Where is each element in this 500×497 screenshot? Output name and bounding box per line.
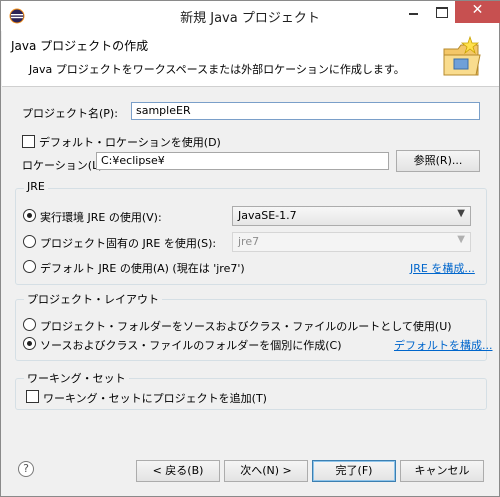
add-to-working-set-label: ワーキング・セットにプロジェクトを追加(T) [43, 392, 267, 405]
close-icon: ✕ [471, 2, 484, 18]
next-button[interactable]: 次へ(N) > [224, 460, 308, 482]
configure-default-link[interactable]: デフォルトを構成... [394, 337, 493, 353]
cancel-button[interactable]: キャンセル [400, 460, 484, 482]
location-input[interactable]: C:¥eclipse¥ [96, 152, 389, 170]
chevron-down-icon: ▼ [457, 208, 465, 219]
jre-project-specific-radio[interactable] [23, 235, 36, 248]
jre-default-label: デフォルト JRE の使用(A) (現在は 'jre7') [40, 262, 245, 275]
layout-root-radio[interactable] [23, 318, 36, 331]
title-bar: 新規 Java プロジェクト ✕ [1, 1, 500, 31]
wizard-title: Java プロジェクトの作成 [11, 39, 149, 53]
jre-default-radio[interactable] [23, 260, 36, 273]
jre-execution-env-label: 実行環境 JRE の使用(V): [40, 211, 162, 224]
close-button[interactable]: ✕ [455, 1, 500, 23]
back-button[interactable]: < 戻る(B) [136, 460, 220, 482]
dialog-window: 新規 Java プロジェクト ✕ Java プロジェクトの作成 Java プロジ… [0, 0, 500, 497]
execution-env-select[interactable]: JavaSE-1.7 ▼ [232, 206, 471, 226]
default-location-checkbox[interactable] [22, 135, 35, 148]
new-java-project-wizard-icon [443, 35, 481, 76]
project-jre-select: jre7 ▼ [232, 232, 471, 252]
wizard-header: Java プロジェクトの作成 Java プロジェクトをワークスペースまたは外部ロ… [2, 31, 499, 87]
maximize-button[interactable] [427, 1, 455, 23]
help-icon[interactable]: ? [18, 461, 34, 477]
add-to-working-set-checkbox[interactable] [26, 390, 39, 403]
finish-button[interactable]: 完了(F) [312, 460, 396, 482]
layout-separate-label: ソースおよびクラス・ファイルのフォルダーを個別に作成(C) [40, 339, 342, 352]
location-label: ロケーション(L): [22, 159, 107, 172]
layout-root-label: プロジェクト・フォルダーをソースおよびクラス・ファイルのルートとして使用(U) [40, 320, 452, 333]
project-name-label: プロジェクト名(P): [22, 107, 118, 120]
wizard-content: プロジェクト名(P): sampleER デフォルト・ロケーションを使用(D) … [2, 88, 499, 448]
wizard-description: Java プロジェクトをワークスペースまたは外部ロケーションに作成します。 [29, 63, 405, 76]
browse-button[interactable]: 参照(R)... [396, 150, 480, 172]
project-jre-value: jre7 [238, 235, 260, 248]
minimize-button[interactable] [399, 1, 427, 23]
project-layout-group-title: プロジェクト・レイアウト [24, 291, 162, 307]
jre-execution-env-radio[interactable] [23, 209, 36, 222]
chevron-down-icon: ▼ [457, 234, 465, 245]
layout-separate-radio[interactable] [23, 337, 36, 350]
default-location-label: デフォルト・ロケーションを使用(D) [39, 136, 221, 149]
jre-project-specific-label: プロジェクト固有の JRE を使用(S): [40, 237, 217, 250]
working-set-group-title: ワーキング・セット [24, 370, 129, 386]
configure-jre-link[interactable]: JRE を構成... [410, 260, 475, 276]
jre-group-title: JRE [24, 180, 48, 193]
execution-env-value: JavaSE-1.7 [238, 209, 297, 222]
project-name-input[interactable]: sampleER [131, 102, 480, 120]
